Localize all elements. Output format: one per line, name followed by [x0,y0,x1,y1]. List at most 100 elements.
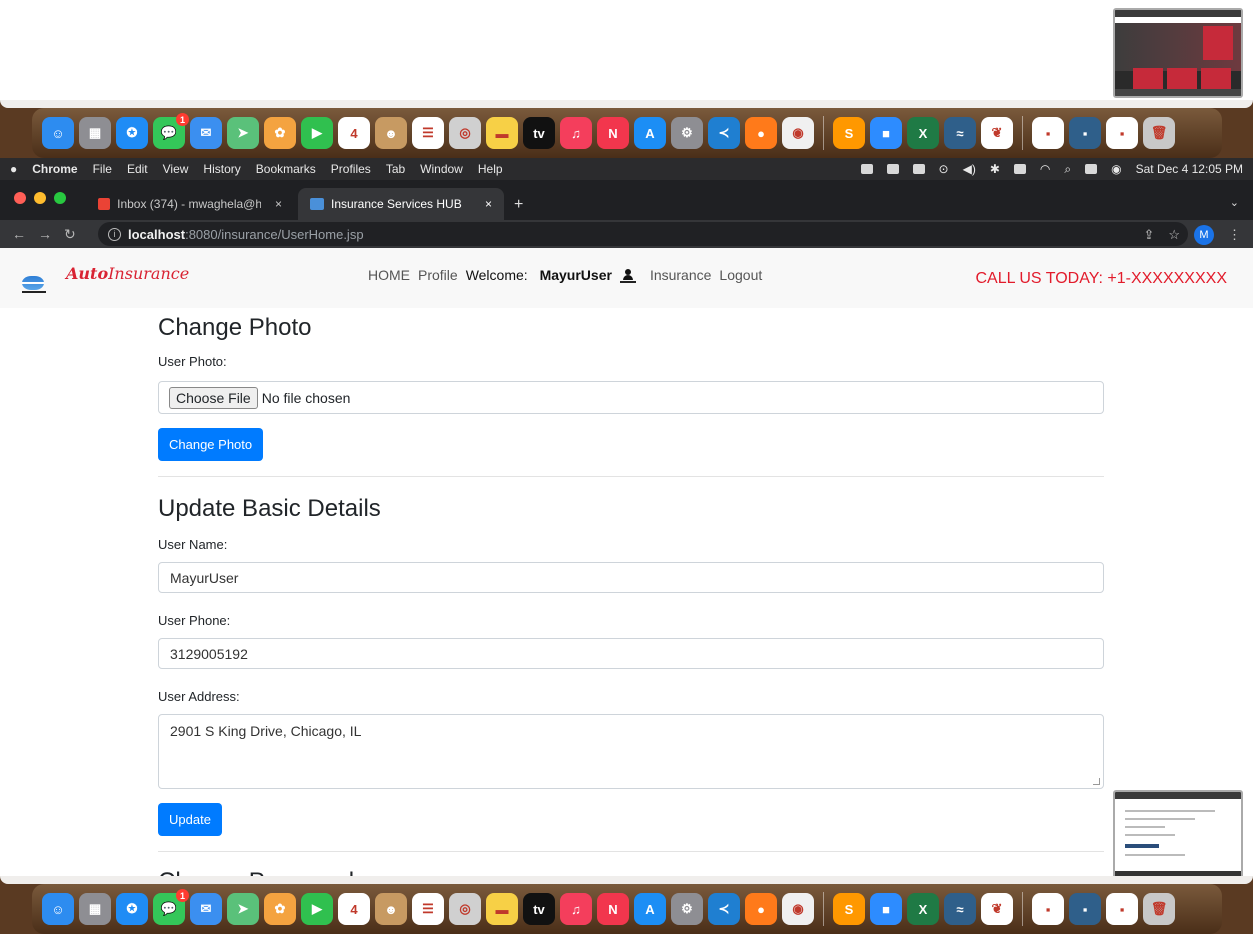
tab-close-icon[interactable]: × [471,197,492,211]
trash-icon[interactable]: 🗑 [1143,893,1175,925]
close-window-button[interactable] [14,192,26,204]
change-photo-button[interactable]: Change Photo [158,428,264,461]
finder-icon[interactable]: ☺ [42,117,74,149]
address-bar[interactable]: i localhost :8080/insurance/UserHome.jsp [98,222,1188,246]
vscode-icon[interactable]: ≺ [708,117,740,149]
zoom-icon[interactable]: ■ [870,117,902,149]
bluetooth-icon[interactable]: ✱ [990,162,1000,176]
menu-bookmarks[interactable]: Bookmarks [256,162,316,176]
music-icon[interactable]: ♫ [560,117,592,149]
reload-icon[interactable]: ↻ [64,226,76,243]
apple-tv-icon[interactable]: tv [523,117,555,149]
site-brand[interactable]: AutoInsurance [66,264,189,283]
firefox-icon[interactable]: ● [745,117,777,149]
messages-icon[interactable]: 💬 1 [153,113,189,149]
nav-profile-link[interactable]: Profile [418,267,458,283]
user-photo-file-input[interactable]: Choose File No file chosen [158,381,1104,414]
menu-file[interactable]: File [93,162,112,176]
system-preferences-icon[interactable]: ⚙ [671,117,703,149]
battery-icon[interactable] [1013,164,1026,174]
facetime-icon[interactable]: ▶ [301,117,333,149]
menu-profiles[interactable]: Profiles [331,162,371,176]
screenshot-thumbnail-bottom[interactable] [1113,790,1243,880]
menu-edit[interactable]: Edit [127,162,148,176]
sublime-text-icon[interactable]: S [833,117,865,149]
launchpad-icon[interactable]: ▦ [79,893,111,925]
sublime-text-icon[interactable]: S [833,893,865,925]
menu-help[interactable]: Help [478,162,503,176]
nav-logout-link[interactable]: Logout [719,267,762,283]
folder-thumb-icon[interactable]: ▪ [1106,893,1138,925]
wifi-icon[interactable]: ◠ [1040,162,1050,176]
nav-home-link[interactable]: HOME [368,267,410,283]
vscode-icon[interactable]: ≺ [708,893,740,925]
screenshot-icon[interactable]: ◎ [449,117,481,149]
apple-icon[interactable]: ● [10,162,17,176]
play-icon[interactable]: ⊙ [939,162,949,176]
contacts-icon[interactable]: ☻ [375,117,407,149]
site-info-icon[interactable]: i [108,227,121,241]
zoom-window-button[interactable] [54,192,66,204]
messages-icon[interactable]: 💬 1 [153,889,189,925]
menu-view[interactable]: View [163,162,189,176]
menu-window[interactable]: Window [420,162,463,176]
system-preferences-icon[interactable]: ⚙ [671,893,703,925]
user-address-textarea[interactable]: 2901 S King Drive, Chicago, IL [158,714,1104,789]
photos-icon[interactable]: ✿ [264,117,296,149]
news-icon[interactable]: N [597,893,629,925]
tab-close-icon[interactable]: × [261,197,282,211]
screenshot-icon[interactable]: ◎ [449,893,481,925]
document-thumb-icon[interactable]: ▪ [1032,117,1064,149]
app-store-icon[interactable]: A [634,117,666,149]
window-thumb-icon[interactable]: ▪ [1069,893,1101,925]
mail-icon[interactable]: ✉ [190,893,222,925]
update-button[interactable]: Update [158,803,222,836]
tab-search-chevron-icon[interactable]: ⌄ [1230,196,1239,209]
user-icon[interactable] [619,267,636,283]
folder-thumb-icon[interactable]: ▪ [1106,117,1138,149]
contacts-icon[interactable]: ☻ [375,893,407,925]
mail-icon[interactable]: ✉ [190,117,222,149]
site-logo-icon[interactable] [22,276,44,290]
reminders-icon[interactable]: ☰ [412,893,444,925]
cast-icon[interactable] [912,164,925,174]
excel-icon[interactable]: X [907,893,939,925]
apple-tv-icon[interactable]: tv [523,893,555,925]
menubar-datetime[interactable]: Sat Dec 4 12:05 PM [1136,162,1243,176]
launchpad-icon[interactable]: ▦ [79,117,111,149]
excel-icon[interactable]: X [907,117,939,149]
status-app-icon[interactable] [886,164,899,174]
screen-record-icon[interactable] [860,164,873,174]
volume-icon[interactable]: ◀) [963,162,976,176]
chrome-icon[interactable]: ◉ [782,117,814,149]
safari-icon[interactable]: ✪ [116,117,148,149]
chrome-icon[interactable]: ◉ [782,893,814,925]
tab-gmail[interactable]: Inbox (374) - mwaghela@hawk × [86,188,294,220]
menu-history[interactable]: History [203,162,240,176]
new-tab-button[interactable]: + [514,196,523,214]
profile-avatar[interactable]: M [1194,225,1214,245]
zoom-icon[interactable]: ■ [870,893,902,925]
facetime-icon[interactable]: ▶ [301,893,333,925]
finder-icon[interactable]: ☺ [42,893,74,925]
tab-insurance[interactable]: Insurance Services HUB × [298,188,504,220]
safari-icon[interactable]: ✪ [116,893,148,925]
firefox-icon[interactable]: ● [745,893,777,925]
calendar-icon[interactable]: 4 [338,117,370,149]
trash-icon[interactable]: 🗑 [1143,117,1175,149]
reminders-icon[interactable]: ☰ [412,117,444,149]
back-icon[interactable]: ← [12,226,26,242]
menubar-app-name[interactable]: Chrome [32,162,77,176]
menu-kebab-icon[interactable]: ⋮ [1228,227,1241,243]
spotlight-icon[interactable]: ⌕ [1064,162,1071,177]
share-icon[interactable]: ⇪ [1143,227,1154,243]
mongodb-compass-icon[interactable]: ❦ [981,893,1013,925]
nav-insurance-link[interactable]: Insurance [650,267,711,283]
control-center-icon[interactable] [1085,164,1098,174]
maps-icon[interactable]: ➤ [227,893,259,925]
choose-file-button[interactable]: Choose File [169,386,258,409]
bookmark-star-icon[interactable]: ☆ [1168,227,1180,243]
forward-icon[interactable]: → [38,226,52,242]
mysql-workbench-icon[interactable]: ≈ [944,893,976,925]
user-phone-input[interactable]: 3129005192 [158,638,1104,669]
